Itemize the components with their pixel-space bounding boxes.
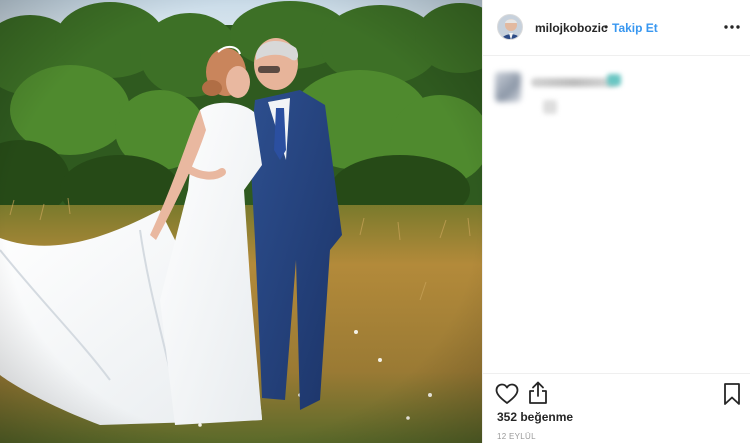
blurred-emoji: [607, 74, 621, 86]
post-side-panel: milojkobozic • Takip Et 352 beğenme 12 E…: [482, 0, 750, 443]
share-icon[interactable]: [527, 381, 549, 405]
post-photo[interactable]: [0, 0, 482, 443]
separator-dot: •: [604, 20, 609, 34]
post-username-link[interactable]: milojkobozic: [535, 21, 608, 35]
blurred-text: [531, 78, 617, 87]
heart-icon[interactable]: [495, 383, 519, 405]
post-header: milojkobozic • Takip Et: [483, 0, 750, 56]
blurred-comment: [495, 72, 625, 122]
follow-button[interactable]: Takip Et: [612, 21, 658, 35]
avatar[interactable]: [497, 14, 523, 40]
more-options-icon[interactable]: [723, 17, 741, 37]
wedding-photo-image: [0, 0, 482, 443]
post-date[interactable]: 12 EYLÜL: [497, 432, 536, 441]
bookmark-icon[interactable]: [723, 382, 741, 406]
avatar-image: [498, 15, 522, 39]
blurred-mark: [543, 100, 557, 114]
likes-count[interactable]: 352 beğenme: [497, 410, 573, 424]
blurred-avatar: [495, 72, 521, 102]
post-actions: 352 beğenme 12 EYLÜL: [483, 373, 750, 443]
